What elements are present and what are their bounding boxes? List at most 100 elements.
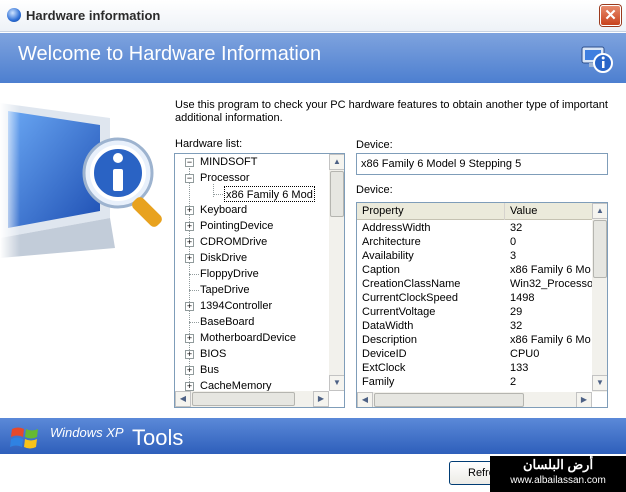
property-value-cell: 32 [510,320,523,332]
scroll-thumb[interactable] [593,220,607,278]
table-row[interactable]: CurrentVoltage 29 [357,305,593,319]
tree-item[interactable]: FloppyDrive [200,266,259,282]
column-header-property[interactable]: Property [357,203,505,220]
windows-xp-brand: Windows XP [50,425,124,440]
tree-guide-line [189,274,199,275]
hardware-tree[interactable]: − MINDSOFT − Processor x86 Family 6 Mod + Ke… [174,153,345,408]
watermark: أرض البلسان www.albailassan.com [490,456,626,492]
grid-horizontal-scrollbar[interactable]: ◀ ▶ [357,392,592,407]
header-banner: Welcome to Hardware Information [0,33,626,83]
scroll-thumb[interactable] [330,171,344,217]
tree-item[interactable]: PointingDevice [200,218,273,234]
scroll-left-button[interactable]: ◀ [175,391,191,407]
table-row[interactable]: AddressWidth 32 [357,221,593,235]
column-header-value[interactable]: Value [505,203,593,220]
scroll-down-button[interactable]: ▼ [329,375,344,391]
watermark-url: www.albailassan.com [510,475,606,486]
table-row[interactable]: Caption x86 Family 6 Mo [357,263,593,277]
tree-vertical-scrollbar[interactable]: ▲ ▼ [329,154,344,391]
table-row[interactable]: CreationClassName Win32_Processo [357,277,593,291]
tree-expander[interactable]: + [185,366,194,375]
tree-item[interactable]: DiskDrive [200,250,247,266]
property-value-cell: 32 [510,222,523,234]
tree-item[interactable]: CDROMDrive [200,234,267,250]
tree-expander[interactable]: + [185,238,194,247]
table-row[interactable]: Architecture 0 [357,235,593,249]
tree-item[interactable]: MotherboardDevice [200,330,296,346]
tree-expander[interactable]: + [185,206,194,215]
property-name-cell: CreationClassName [362,278,461,290]
table-row[interactable]: Description x86 Family 6 Mo [357,333,593,347]
scroll-thumb[interactable] [192,392,295,406]
table-row[interactable]: DataWidth 32 [357,319,593,333]
tree-expander[interactable]: − [185,174,194,183]
tree-item[interactable]: Keyboard [200,202,247,218]
info-computer-icon [581,46,613,73]
device-field[interactable]: x86 Family 6 Model 9 Stepping 5 [356,153,608,175]
hardware-info-illustration [0,83,162,418]
close-button[interactable]: ✕ [600,5,621,26]
property-name-cell: CurrentVoltage [362,306,436,318]
tree-expander[interactable]: + [185,302,194,311]
tree-item[interactable]: BIOS [200,346,226,362]
app-icon [7,8,21,22]
grid-header: Property Value [357,203,593,220]
scroll-right-button[interactable]: ▶ [313,391,329,407]
properties-label: Device: [356,184,393,196]
page-title: Welcome to Hardware Information [18,43,322,65]
scroll-up-button[interactable]: ▲ [329,154,344,170]
table-row[interactable]: CurrentClockSpeed 1498 [357,291,593,305]
tree-expander[interactable]: + [185,254,194,263]
tree-expander[interactable]: + [185,382,194,391]
property-name-cell: ExtClock [362,362,406,374]
device-label: Device: [356,139,393,151]
property-value-cell: 2 [510,376,517,388]
tree-item[interactable]: Processor [200,170,250,186]
tree-horizontal-scrollbar[interactable]: ◀ ▶ [175,391,329,407]
table-row[interactable]: Availability 3 [357,249,593,263]
scroll-right-button[interactable]: ▶ [576,392,592,407]
tree-item[interactable]: x86 Family 6 Mod [224,186,315,202]
property-value-cell: 29 [510,306,523,318]
tree-item[interactable]: TapeDrive [200,282,250,298]
property-name-cell: Description [362,334,418,346]
property-value-cell: Win32_Processo [510,278,593,290]
tree-guide-line [189,322,199,323]
windows-flag-icon [10,427,38,449]
property-name-cell: Architecture [362,236,421,248]
root-expander[interactable]: − [185,158,194,167]
scroll-left-button[interactable]: ◀ [357,392,373,407]
tree-root[interactable]: MINDSOFT [200,154,257,170]
tree-expander[interactable]: + [185,222,194,231]
property-value-cell: 133 [510,362,529,374]
property-value-cell: CPU0 [510,348,540,360]
scroll-up-button[interactable]: ▲ [592,203,607,219]
tools-brand: Tools [132,425,184,450]
watermark-arabic: أرض البلسان [522,457,594,472]
property-value-cell: 3 [510,250,517,262]
properties-grid[interactable]: Property Value AddressWidth 32 Architectur… [356,202,608,408]
tree-item[interactable]: 1394Controller [200,298,272,314]
property-value-cell: x86 Family 6 Mo [510,264,591,276]
tree-expander[interactable]: + [185,350,194,359]
property-name-cell: DeviceID [362,348,407,360]
property-value-cell: x86 Family 6 Mo [510,334,591,346]
property-value-cell: 0 [510,236,517,248]
tree-expander[interactable]: + [185,334,194,343]
tree-guide-line [189,290,199,291]
table-row[interactable]: Family 2 [357,375,593,389]
property-name-cell: DataWidth [362,320,414,332]
property-name-cell: AddressWidth [362,222,431,234]
grid-vertical-scrollbar[interactable]: ▲ ▼ [592,203,607,392]
scroll-down-button[interactable]: ▼ [592,375,607,391]
property-name-cell: CurrentClockSpeed [362,292,458,304]
tree-item[interactable]: BaseBoard [200,314,254,330]
table-row[interactable]: DeviceID CPU0 [357,347,593,361]
property-name-cell: Family [362,376,395,388]
title-bar: Hardware information ✕ [0,0,626,32]
hardware-list-label: Hardware list: [175,138,243,150]
table-row[interactable]: ExtClock 133 [357,361,593,375]
window-title: Hardware information [26,8,161,23]
tree-item[interactable]: Bus [200,362,219,378]
scroll-thumb[interactable] [374,393,524,407]
